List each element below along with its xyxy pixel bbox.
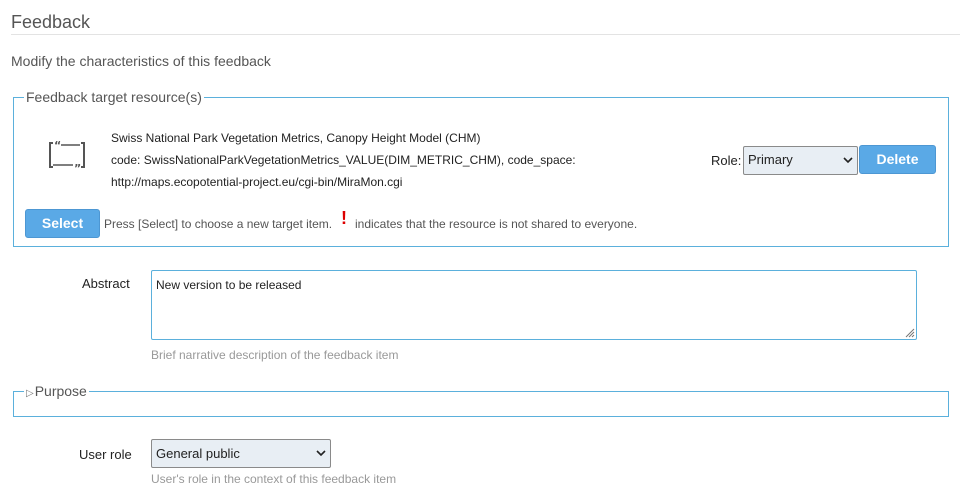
user-role-select[interactable]: General public — [151, 439, 331, 468]
resource-url: http://maps.ecopotential-project.eu/cgi-… — [111, 175, 403, 189]
abstract-value: New version to be released — [156, 278, 302, 292]
purpose-legend: Purpose — [34, 383, 87, 399]
title-divider — [11, 34, 960, 35]
svg-text:“: “ — [54, 139, 61, 152]
page-title: Feedback — [11, 12, 91, 32]
purpose-toggle[interactable]: ▷Purpose — [24, 383, 89, 402]
user-role-help: User's role in the context of this feedb… — [151, 472, 397, 486]
not-shared-warning-icon: ! — [341, 208, 347, 228]
quote-frame-icon: “ ” — [49, 139, 85, 173]
triangle-right-icon: ▷ — [26, 388, 34, 399]
chevron-down-icon — [316, 450, 326, 457]
role-label: Role: — [711, 153, 742, 168]
user-role-label: User role — [79, 447, 132, 462]
not-shared-hint: indicates that the resource is not share… — [355, 217, 638, 231]
page-subtitle: Modify the characteristics of this feedb… — [11, 53, 271, 69]
resize-handle-icon[interactable] — [903, 326, 915, 338]
svg-text:”: ” — [74, 162, 81, 173]
select-button[interactable]: Select — [25, 209, 100, 238]
select-hint: Press [Select] to choose a new target it… — [104, 217, 333, 231]
target-resources-fieldset: Feedback target resource(s) “ ” Swiss Na… — [13, 89, 949, 247]
role-select-value: Primary — [748, 152, 793, 167]
user-role-value: General public — [156, 446, 240, 461]
role-select[interactable]: Primary — [743, 146, 858, 175]
purpose-fieldset: ▷Purpose — [13, 383, 949, 417]
chevron-down-icon — [843, 157, 853, 164]
resource-title: Swiss National Park Vegetation Metrics, … — [111, 131, 481, 145]
abstract-textarea[interactable]: New version to be released — [151, 270, 917, 340]
resource-code: code: SwissNationalParkVegetationMetrics… — [111, 153, 576, 167]
abstract-help: Brief narrative description of the feedb… — [151, 348, 399, 362]
abstract-label: Abstract — [82, 276, 130, 291]
delete-button[interactable]: Delete — [859, 145, 936, 174]
target-resources-legend: Feedback target resource(s) — [24, 89, 204, 105]
